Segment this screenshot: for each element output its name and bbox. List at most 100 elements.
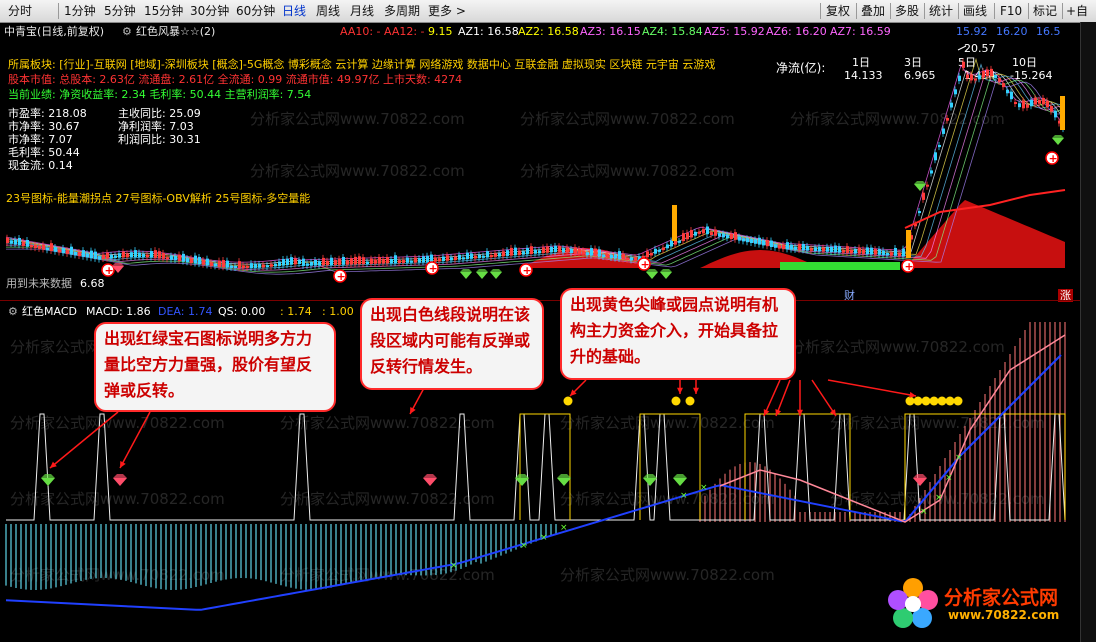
gem-icon — [423, 478, 437, 486]
site-logo-url: www.70822.com — [948, 608, 1060, 622]
candle-body — [422, 256, 425, 263]
cross-marker: × — [935, 493, 943, 503]
candle-body — [102, 254, 105, 260]
candle-body — [1010, 91, 1013, 100]
candle-body — [598, 249, 601, 257]
candle-body — [134, 250, 137, 258]
macd-extra-2: : 1.00 — [322, 305, 354, 318]
candle-body — [66, 250, 69, 254]
candle-body — [866, 247, 869, 255]
candle-body — [706, 226, 709, 235]
cross-marker: × — [700, 483, 708, 493]
candle-body — [926, 184, 929, 187]
yellow-dot — [953, 396, 963, 406]
candle-body — [154, 250, 157, 258]
flower-logo-icon — [888, 578, 938, 628]
cross-marker: × — [520, 541, 528, 551]
candle-body — [698, 231, 701, 234]
candle-body — [534, 249, 537, 254]
candle-body — [658, 249, 661, 252]
candle-body — [182, 253, 185, 262]
signal-trace-white — [6, 413, 1066, 521]
gem-icon — [1052, 138, 1064, 145]
candle-body — [10, 240, 13, 244]
candle-body — [34, 244, 37, 249]
gem-top-icon — [423, 474, 437, 478]
yellow-dot — [921, 396, 931, 406]
candle-body — [322, 257, 325, 266]
gem-top-icon — [41, 474, 55, 478]
candle-body — [510, 247, 513, 256]
gem-icon — [113, 478, 127, 486]
candle-body — [106, 252, 109, 259]
candle-body — [726, 234, 729, 239]
high-pointer — [957, 45, 967, 51]
candle-body — [126, 253, 129, 258]
candle-body — [450, 257, 453, 261]
candle-body — [842, 250, 845, 253]
annotation-arrow-head — [693, 387, 699, 394]
candle-body — [70, 246, 73, 255]
candle-body — [198, 256, 201, 265]
candle-body — [174, 256, 177, 261]
candle-body — [970, 74, 973, 81]
macd-value: MACD: 1.86 — [86, 305, 151, 318]
gem-top-icon — [460, 269, 472, 272]
candle-body — [1050, 106, 1053, 112]
yellow-dot — [671, 396, 681, 406]
candle-body — [418, 258, 421, 263]
candle-body — [1038, 99, 1041, 104]
candle-body — [678, 240, 681, 243]
candle-body — [582, 250, 585, 255]
gem-top-icon — [476, 269, 488, 272]
candle-body — [1054, 110, 1057, 118]
candle-body — [142, 253, 145, 258]
energy-area-red — [450, 200, 1065, 268]
yellow-spike-bar — [672, 205, 677, 241]
gem-icon — [643, 478, 657, 486]
candle-body — [242, 265, 245, 269]
candle-body — [554, 245, 557, 253]
candle-body — [470, 253, 473, 259]
candle-body — [1014, 102, 1017, 105]
candle-body — [1046, 100, 1049, 108]
candle-body — [506, 250, 509, 256]
gem-icon — [476, 272, 488, 279]
candle-body — [74, 251, 77, 256]
candle-body — [830, 246, 833, 252]
candle-body — [178, 254, 181, 261]
candle-body — [890, 252, 893, 256]
gem-icon — [460, 272, 472, 279]
yellow-dot — [929, 396, 939, 406]
candle-body — [930, 170, 933, 174]
candle-body — [474, 255, 477, 259]
candle-body — [870, 247, 873, 255]
candle-body — [746, 238, 749, 243]
candle-body — [862, 249, 865, 254]
candle-body — [714, 229, 717, 236]
candle-body — [430, 254, 433, 262]
candle-body — [54, 247, 57, 252]
candle-body — [366, 261, 369, 265]
right-scroll-strip[interactable] — [1080, 22, 1096, 642]
candle-body — [454, 256, 457, 261]
candle-body — [838, 246, 841, 253]
candle-body — [802, 243, 805, 251]
candle-body — [438, 258, 441, 262]
yellow-spike-bar — [1060, 96, 1065, 130]
candle-body — [946, 117, 949, 121]
macd-settings-icon[interactable]: ⚙ — [8, 305, 18, 318]
candle-body — [826, 246, 829, 252]
candle-body — [958, 75, 961, 82]
candle-body — [354, 256, 357, 265]
yellow-dot — [563, 396, 573, 406]
candle-body — [1026, 104, 1029, 108]
candle-body — [818, 246, 821, 252]
candle-body — [754, 239, 757, 244]
candle-body — [1030, 99, 1033, 107]
candle-body — [646, 251, 649, 258]
candle-body — [846, 246, 849, 253]
gem-icon — [673, 478, 687, 486]
macd-indicator-name[interactable]: 红色MACD — [22, 305, 77, 318]
candle-body — [514, 247, 517, 256]
